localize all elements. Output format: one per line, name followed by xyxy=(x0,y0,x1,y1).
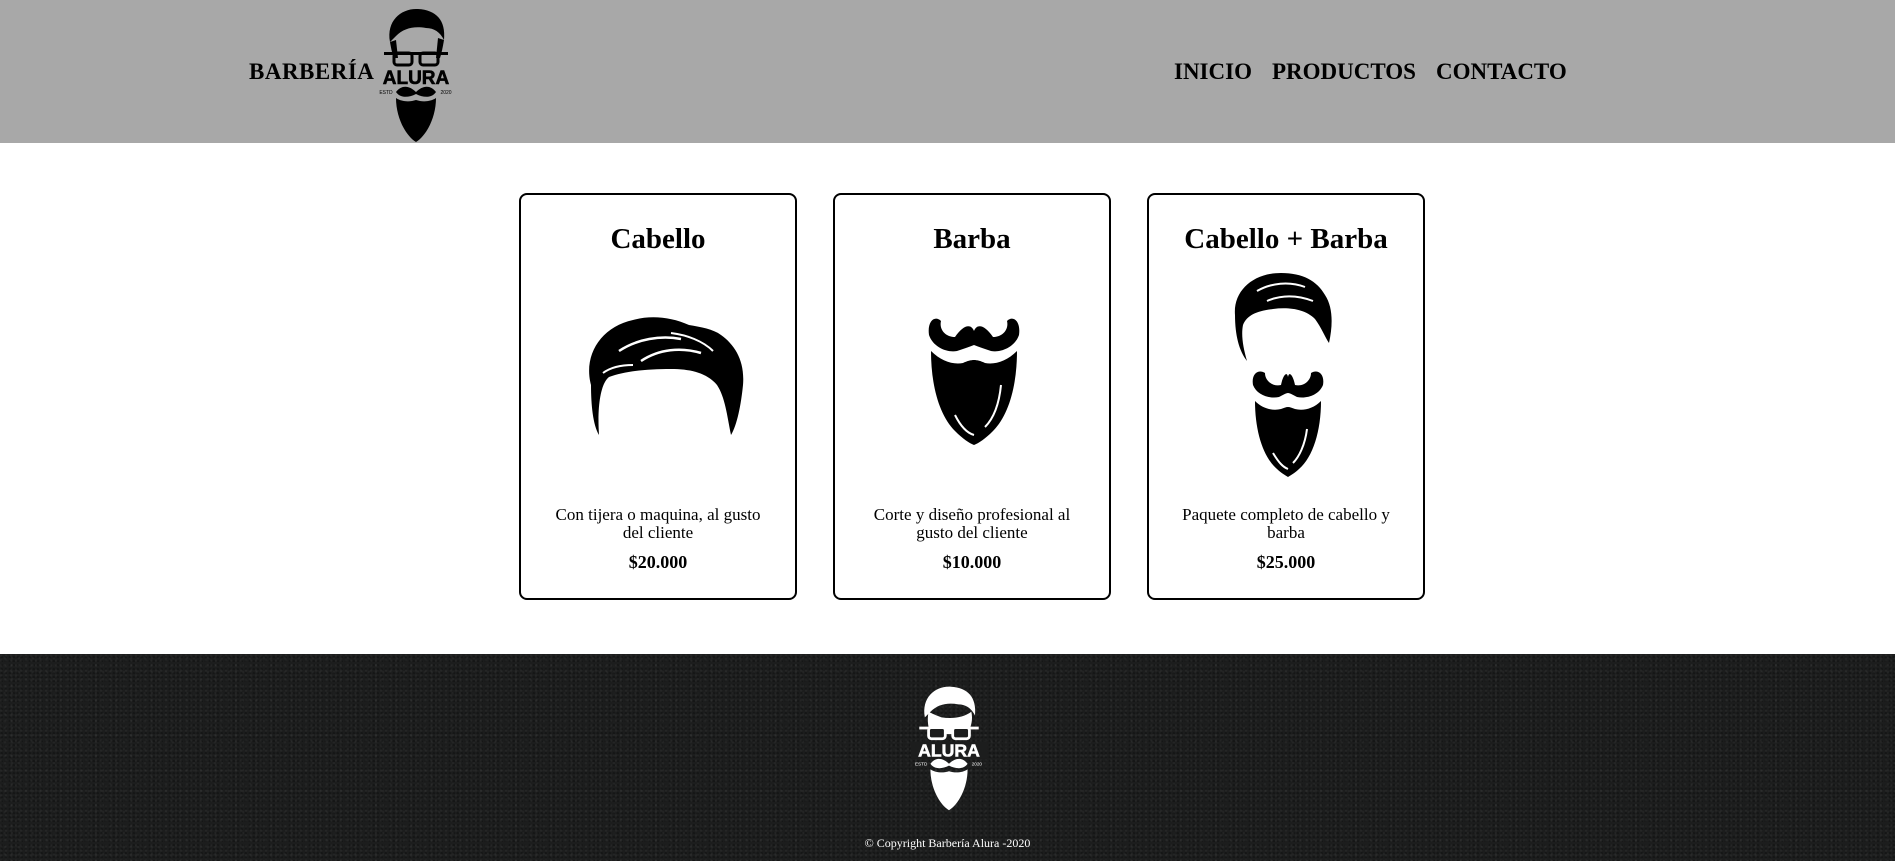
svg-text:2020: 2020 xyxy=(972,762,983,767)
nav-link-contacto[interactable]: CONTACTO xyxy=(1436,59,1567,85)
product-price: $20.000 xyxy=(628,552,688,572)
footer-logo-icon: ALURA ESTD 2020 xyxy=(910,686,988,811)
brand-text: BARBERÍA xyxy=(249,59,375,84)
svg-text:ESTD: ESTD xyxy=(915,762,928,767)
product-card-barba[interactable]: Barba Corte y diseño profesional al gust… xyxy=(833,193,1111,600)
nav-link-inicio[interactable]: INICIO xyxy=(1174,59,1252,85)
product-price: $25.000 xyxy=(1256,552,1316,572)
product-card-cabello-barba[interactable]: Cabello + Barba Paquete completo de cabe… xyxy=(1147,193,1425,600)
svg-text:ALURA: ALURA xyxy=(383,68,450,89)
product-title: Cabello + Barba xyxy=(1184,223,1388,255)
product-description: Corte y diseño profesional al gusto del … xyxy=(873,505,1071,542)
site-header: BARBERÍA ALURA ESTD 2020 INICIO PRODUCTO… xyxy=(0,0,1895,143)
product-card-cabello[interactable]: Cabello Con tijera o maquina, al gusto d… xyxy=(519,193,797,600)
svg-text:2020: 2020 xyxy=(440,90,451,96)
barber-logo-icon[interactable]: ALURA ESTD 2020 xyxy=(374,6,458,144)
product-price: $10.000 xyxy=(942,552,1002,572)
product-description: Paquete completo de cabello y barba xyxy=(1182,505,1390,542)
product-description: Con tijera o maquina, al gusto del clien… xyxy=(555,505,761,542)
beard-icon xyxy=(928,318,1020,445)
svg-text:ESTD: ESTD xyxy=(379,90,393,96)
nav-link-productos[interactable]: PRODUCTOS xyxy=(1272,59,1416,85)
svg-text:ALURA: ALURA xyxy=(918,740,980,760)
copyright-text: © Copyright Barbería Alura -2020 xyxy=(864,836,1031,850)
product-title: Barba xyxy=(933,223,1011,255)
main-nav: INICIO PRODUCTOS CONTACTO xyxy=(1174,59,1567,85)
hair-and-beard-icon xyxy=(1234,273,1332,477)
product-title: Cabello xyxy=(610,223,706,255)
hair-icon xyxy=(589,317,744,435)
